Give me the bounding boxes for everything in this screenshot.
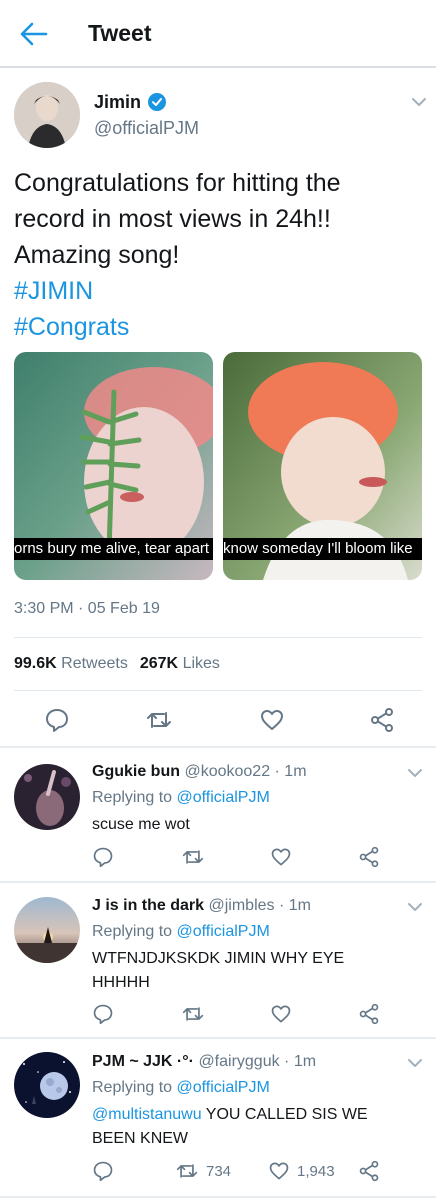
retweet-icon[interactable] xyxy=(182,846,204,868)
reply-avatar[interactable] xyxy=(14,764,80,830)
reply-avatar[interactable] xyxy=(14,897,80,963)
verified-badge-icon xyxy=(148,93,166,111)
reply-icon[interactable] xyxy=(44,707,70,733)
reply-icon[interactable] xyxy=(92,1160,114,1182)
replying-to: Replying to @officialPJM xyxy=(92,923,270,941)
share-icon[interactable] xyxy=(358,1003,380,1025)
reply-handle[interactable]: @jimbles · 1m xyxy=(209,897,311,914)
likes-count[interactable]: 267K xyxy=(140,655,178,672)
tweet-text: Congratulations for hitting the record i… xyxy=(14,165,422,345)
replying-label: Replying to xyxy=(92,789,173,806)
chevron-down-icon[interactable] xyxy=(406,901,424,913)
replying-label: Replying to xyxy=(92,923,173,940)
mention-link[interactable]: @multistanuwu xyxy=(92,1106,202,1123)
retweet-icon[interactable] xyxy=(182,1003,204,1025)
tweet-text-line: Amazing song! xyxy=(14,241,180,269)
divider xyxy=(14,690,422,691)
replying-to: Replying to @officialPJM xyxy=(92,789,270,807)
tweet-media-1[interactable]: orns bury me alive, tear apart xyxy=(14,352,213,580)
tweet-stats: 99.6K Retweets 267K Likes xyxy=(14,655,220,673)
replying-to-link[interactable]: @officialPJM xyxy=(177,1079,270,1096)
tweet-text-line: Congratulations for hitting the xyxy=(14,169,341,197)
hashtag-link[interactable]: #Congrats xyxy=(14,309,422,345)
media-caption: know someday I'll bloom like xyxy=(223,538,422,560)
reply-author-name[interactable]: J is in the dark @jimbles · 1m xyxy=(92,897,311,915)
reply-display-name[interactable]: Ggukie bun xyxy=(92,763,180,780)
replying-to-link[interactable]: @officialPJM xyxy=(177,789,270,806)
tweet-timestamp: 3:30 PM · 05 Feb 19 xyxy=(14,600,160,617)
chevron-down-icon[interactable] xyxy=(410,96,428,108)
like-icon[interactable] xyxy=(268,1160,290,1182)
chevron-down-icon[interactable] xyxy=(406,767,424,779)
reply-text: scuse me wot xyxy=(92,816,190,833)
reply-text: WTFNJDJKSKDK JIMIN WHY EYE HHHHH xyxy=(92,950,345,991)
reply-handle[interactable]: @fairygguk · 1m xyxy=(198,1053,316,1070)
reply-like-count: 1,943 xyxy=(297,1163,335,1180)
author-avatar[interactable] xyxy=(14,82,80,148)
page-title: Tweet xyxy=(88,20,152,46)
back-arrow-icon[interactable] xyxy=(18,20,50,48)
reply-icon[interactable] xyxy=(92,846,114,868)
section-separator xyxy=(0,1037,436,1039)
share-icon[interactable] xyxy=(358,846,380,868)
divider xyxy=(14,637,422,638)
retweet-icon[interactable] xyxy=(176,1160,198,1182)
replying-to-link[interactable]: @officialPJM xyxy=(177,923,270,940)
likes-label[interactable]: Likes xyxy=(183,655,220,672)
author-handle[interactable]: @officialPJM xyxy=(94,118,199,139)
reply-text: @multistanuwu YOU CALLED SIS WE BEEN KNE… xyxy=(92,1103,402,1151)
retweets-label[interactable]: Retweets xyxy=(61,655,128,672)
reply-author-name[interactable]: PJM ~ JJK ·°· @fairygguk · 1m xyxy=(92,1053,316,1071)
top-bar: Tweet xyxy=(0,0,436,68)
tweet-media-2[interactable]: know someday I'll bloom like xyxy=(223,352,422,580)
reply-avatar[interactable] xyxy=(14,1052,80,1118)
section-separator xyxy=(0,881,436,883)
reply-handle[interactable]: @kookoo22 · 1m xyxy=(184,763,306,780)
share-icon[interactable] xyxy=(358,1160,380,1182)
reply-display-name[interactable]: J is in the dark xyxy=(92,897,204,914)
hashtag-link[interactable]: #JIMIN xyxy=(14,273,422,309)
retweet-icon[interactable] xyxy=(146,707,172,733)
section-separator xyxy=(0,746,436,748)
reply-icon[interactable] xyxy=(92,1003,114,1025)
share-icon[interactable] xyxy=(369,707,395,733)
tweet-text-line: record in most views in 24h!! xyxy=(14,205,331,233)
reply-display-name[interactable]: PJM ~ JJK ·°· xyxy=(92,1053,194,1070)
section-separator xyxy=(0,1196,436,1198)
reply-retweet-count: 734 xyxy=(206,1163,232,1180)
reply-author-name[interactable]: Ggukie bun @kookoo22 · 1m xyxy=(92,763,307,781)
chevron-down-icon[interactable] xyxy=(406,1057,424,1069)
replying-to: Replying to @officialPJM xyxy=(92,1079,270,1097)
media-caption: orns bury me alive, tear apart xyxy=(14,538,213,560)
retweets-count[interactable]: 99.6K xyxy=(14,655,57,672)
like-icon[interactable] xyxy=(259,707,285,733)
author-name[interactable]: Jimin xyxy=(94,92,141,113)
like-icon[interactable] xyxy=(270,846,292,868)
like-icon[interactable] xyxy=(270,1003,292,1025)
replying-label: Replying to xyxy=(92,1079,173,1096)
